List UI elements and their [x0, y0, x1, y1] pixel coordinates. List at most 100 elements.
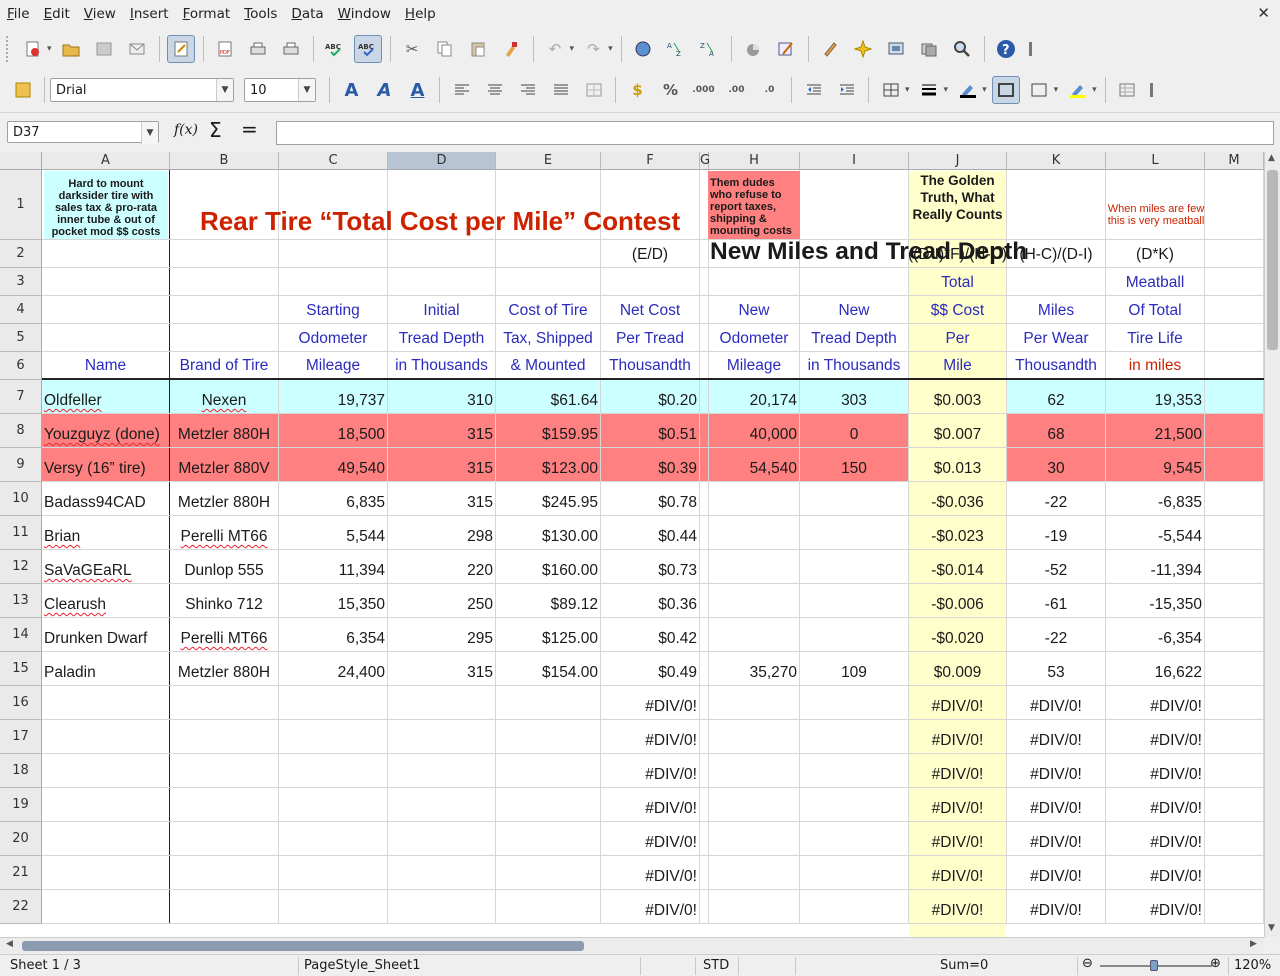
cell-c-3[interactable]	[279, 268, 388, 295]
cell-a-2[interactable]	[42, 240, 170, 267]
cell-d-2[interactable]	[388, 240, 496, 267]
cell-h-7[interactable]: 20,174	[709, 380, 800, 413]
cell-l-18[interactable]: #DIV/0!	[1106, 754, 1205, 787]
cell-l-6[interactable]: in miles	[1106, 352, 1205, 378]
email-icon[interactable]	[123, 35, 151, 63]
close-document-icon[interactable]: ✕	[1257, 4, 1270, 22]
cell-c-4[interactable]: Starting	[279, 296, 388, 323]
cell-c-18[interactable]	[279, 754, 388, 787]
undo-dropdown-icon[interactable]: ▾	[570, 44, 575, 54]
cell-g-20[interactable]	[700, 822, 709, 855]
cell-j-3[interactable]: Total	[909, 268, 1007, 295]
cell-l-21[interactable]: #DIV/0!	[1106, 856, 1205, 889]
export-pdf-icon[interactable]: PDF	[211, 35, 239, 63]
cell-g-10[interactable]	[700, 482, 709, 515]
cell-k-22[interactable]: #DIV/0!	[1007, 890, 1106, 923]
spreadsheet-grid[interactable]: A B C D E F G H I J K L M 1 2 (E/D) ((D-I)*F)/(H-C) (H-C)…	[0, 152, 1264, 937]
cut-icon[interactable]: ✂	[398, 35, 426, 63]
cell-d-5[interactable]: Tread Depth	[388, 324, 496, 351]
cell-l-13[interactable]: -15,350	[1106, 584, 1205, 617]
cell-h-4[interactable]: New	[709, 296, 800, 323]
hyperlink-icon[interactable]	[629, 35, 657, 63]
cell-b-13[interactable]: Shinko 712	[170, 584, 279, 617]
cell-m-14[interactable]	[1205, 618, 1264, 651]
row-header-8[interactable]: 8	[0, 414, 42, 448]
cell-i-1[interactable]	[800, 170, 909, 239]
cell-k-11[interactable]: -19	[1007, 516, 1106, 549]
cell-l-12[interactable]: -11,394	[1106, 550, 1205, 583]
cell-h-5[interactable]: Odometer	[709, 324, 800, 351]
cell-b-16[interactable]	[170, 686, 279, 719]
cell-j-8[interactable]: $0.007	[909, 414, 1007, 447]
cell-k-10[interactable]: -22	[1007, 482, 1106, 515]
cell-m-20[interactable]	[1205, 822, 1264, 855]
line-width-icon[interactable]	[1025, 76, 1053, 104]
cell-m-10[interactable]	[1205, 482, 1264, 515]
cell-i-13[interactable]	[800, 584, 909, 617]
row-header-13[interactable]: 13	[0, 584, 42, 618]
increase-indent-icon[interactable]	[833, 76, 861, 104]
cell-d-18[interactable]	[388, 754, 496, 787]
cell-f-5[interactable]: Per Tread	[601, 324, 700, 351]
cell-d-10[interactable]: 315	[388, 482, 496, 515]
cell-b-6[interactable]: Brand of Tire	[170, 352, 279, 378]
row-header-3[interactable]: 3	[0, 268, 42, 296]
cell-a-6[interactable]: Name	[42, 352, 170, 378]
cell-f-12[interactable]: $0.73	[601, 550, 700, 583]
cell-a-11[interactable]: Brian	[42, 516, 170, 549]
cell-g-12[interactable]	[700, 550, 709, 583]
cell-d-8[interactable]: 315	[388, 414, 496, 447]
cell-i-22[interactable]	[800, 890, 909, 923]
clone-formatting-icon[interactable]	[497, 35, 525, 63]
redo-icon[interactable]: ↷	[580, 35, 608, 63]
line-dropdown-icon[interactable]: ▾	[1054, 85, 1059, 95]
align-right-icon[interactable]	[514, 76, 542, 104]
zoom-in-icon[interactable]: ⊕	[1210, 956, 1221, 971]
cell-c-5[interactable]: Odometer	[279, 324, 388, 351]
cell-f-14[interactable]: $0.42	[601, 618, 700, 651]
cell-g-13[interactable]	[700, 584, 709, 617]
sum-icon[interactable]: Σ	[209, 118, 222, 142]
cell-k-6[interactable]: Thousandth	[1007, 352, 1106, 378]
add-decimal-icon[interactable]: .00	[723, 76, 751, 104]
sheet-indicator[interactable]: Sheet 1 / 3	[10, 958, 81, 973]
cell-d-9[interactable]: 315	[388, 448, 496, 481]
cell-g-3[interactable]	[700, 268, 709, 295]
find-replace-icon[interactable]	[948, 35, 976, 63]
cell-e-19[interactable]	[496, 788, 601, 821]
formula-input[interactable]	[276, 121, 1274, 145]
cell-k-13[interactable]: -61	[1007, 584, 1106, 617]
cell-d-22[interactable]	[388, 890, 496, 923]
cell-g-15[interactable]	[700, 652, 709, 685]
cell-m-4[interactable]	[1205, 296, 1264, 323]
gallery-icon[interactable]	[882, 35, 910, 63]
cell-j-17[interactable]: #DIV/0!	[909, 720, 1007, 753]
cell-b-9[interactable]: Metzler 880V	[170, 448, 279, 481]
currency-icon[interactable]: $	[624, 76, 652, 104]
border-color-dropdown-icon[interactable]: ▾	[982, 85, 987, 95]
cell-m-12[interactable]	[1205, 550, 1264, 583]
cell-h-19[interactable]	[709, 788, 800, 821]
cell-j-11[interactable]: -$0.023	[909, 516, 1007, 549]
cell-g-22[interactable]	[700, 890, 709, 923]
new-document-icon[interactable]	[19, 35, 47, 63]
cell-a-10[interactable]: Badass94CAD	[42, 482, 170, 515]
cell-j-22[interactable]: #DIV/0!	[909, 890, 1007, 923]
decrease-indent-icon[interactable]	[800, 76, 828, 104]
cell-l-9[interactable]: 9,545	[1106, 448, 1205, 481]
cell-f-7[interactable]: $0.20	[601, 380, 700, 413]
toolbar-overflow-icon[interactable]	[1028, 42, 1035, 56]
cell-f-2[interactable]: (E/D)	[601, 240, 700, 267]
border-style-dropdown-icon[interactable]: ▾	[944, 85, 949, 95]
cell-e-5[interactable]: Tax, Shipped	[496, 324, 601, 351]
cell-m-7[interactable]	[1205, 380, 1264, 413]
cell-c-19[interactable]	[279, 788, 388, 821]
cell-i-11[interactable]	[800, 516, 909, 549]
draw-functions-icon[interactable]	[772, 35, 800, 63]
cell-d-21[interactable]	[388, 856, 496, 889]
cell-f-18[interactable]: #DIV/0!	[601, 754, 700, 787]
horizontal-scroll-thumb[interactable]	[22, 941, 584, 951]
menu-window[interactable]: Window	[331, 6, 398, 22]
cell-e-6[interactable]: & Mounted	[496, 352, 601, 378]
cell-e-8[interactable]: $159.95	[496, 414, 601, 447]
